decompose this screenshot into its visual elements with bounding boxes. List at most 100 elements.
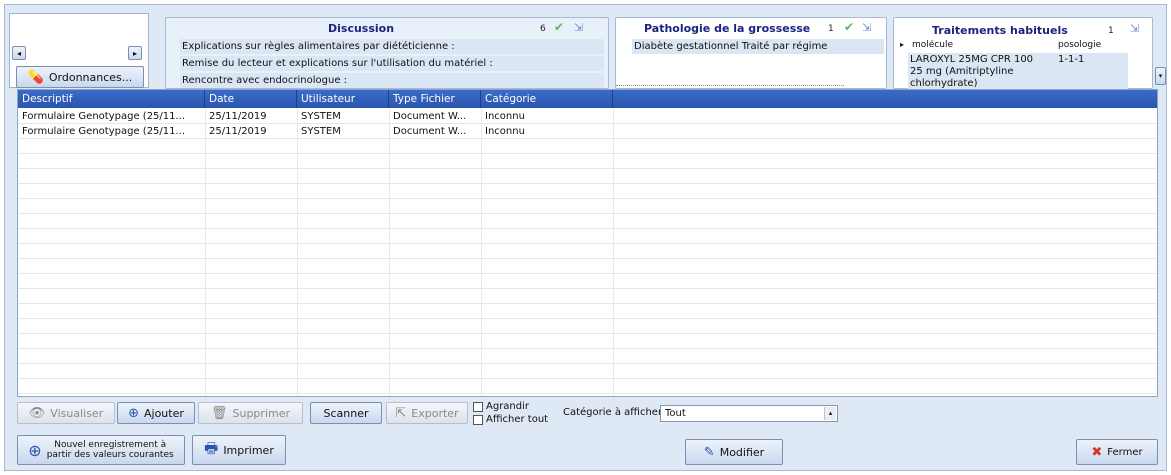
ordonnances-button[interactable]: 💊 Ordonnances... — [16, 66, 144, 88]
plus-circle-icon: ⊕ — [128, 405, 139, 421]
pathologie-panel: Pathologie de la grossesse 1 ✔ ⇲ Diabète… — [615, 17, 887, 89]
table-cell: 25/11/2019 — [209, 111, 267, 122]
table-cell: SYSTEM — [301, 126, 341, 137]
afficher-tout-label: Afficher tout — [486, 414, 549, 425]
scanner-label: Scanner — [323, 406, 369, 420]
empty-row[interactable] — [18, 154, 1157, 169]
fermer-button[interactable]: ✖ Fermer — [1076, 439, 1158, 465]
categorie-select[interactable]: Tout ▴ — [660, 405, 838, 422]
empty-row[interactable] — [18, 289, 1157, 304]
discussion-title: Discussion — [328, 22, 395, 35]
empty-row[interactable] — [18, 334, 1157, 349]
ajouter-label: Ajouter — [144, 406, 184, 420]
empty-row[interactable] — [18, 229, 1157, 244]
empty-row[interactable] — [18, 259, 1157, 274]
empty-row[interactable] — [18, 304, 1157, 319]
close-icon: ✖ — [1091, 444, 1103, 460]
table-row[interactable]: Formulaire Genotypage (25/11... 25/11/201… — [18, 124, 1157, 139]
exporter-label: Exporter — [411, 406, 459, 420]
col-categorie[interactable]: Catégorie — [481, 90, 613, 108]
nav-box: ◂ ▸ 💊 Ordonnances... — [9, 13, 149, 88]
app-window: ◂ ▸ 💊 Ordonnances... Discussion 6 ✔ ⇲ Ex… — [4, 4, 1167, 471]
documents-grid: Descriptif Date Utilisateur Type Fichier… — [17, 89, 1158, 397]
col-type-fichier[interactable]: Type Fichier — [389, 90, 481, 108]
visualiser-button[interactable]: 👁 Visualiser — [17, 402, 115, 424]
modifier-button[interactable]: ✎ Modifier — [685, 439, 783, 465]
imprimer-button[interactable]: 🖶 Imprimer — [192, 435, 286, 465]
scanner-button[interactable]: Scanner — [310, 402, 382, 424]
row-marker-icon: ▸ — [900, 40, 905, 49]
exporter-button[interactable]: ⇱ Exporter — [386, 402, 468, 424]
expand-icon[interactable]: ⇲ — [574, 21, 583, 34]
afficher-tout-checkbox[interactable] — [473, 415, 483, 425]
traitement-row[interactable]: LAROXYL 25MG CPR 100 25 mg (Amitriptylin… — [908, 53, 1128, 90]
discussion-panel: Discussion 6 ✔ ⇲ Explications sur règles… — [165, 17, 609, 89]
table-row[interactable]: Formulaire Genotypage (25/11... 25/11/201… — [18, 109, 1157, 124]
table-cell: 25/11/2019 — [209, 126, 267, 137]
ordonnances-label: Ordonnances... — [48, 70, 133, 84]
molecule-line: LAROXYL 25MG CPR 100 — [910, 54, 1034, 65]
empty-row[interactable] — [18, 214, 1157, 229]
empty-row[interactable] — [18, 364, 1157, 379]
validate-check-icon[interactable]: ✔ — [554, 20, 564, 34]
pathologie-count: 1 — [828, 24, 834, 34]
supprimer-label: Supprimer — [232, 406, 291, 420]
traitements-title: Traitements habituels — [932, 24, 1068, 37]
eye-icon: 👁 — [28, 405, 46, 421]
table-cell: Document W... — [393, 111, 467, 122]
posologie-value: 1-1-1 — [1058, 54, 1085, 65]
visualiser-label: Visualiser — [50, 406, 104, 420]
molecule-line: chlorhydrate) — [910, 78, 978, 89]
discussion-row[interactable]: Rencontre avec endocrinologue : — [180, 73, 604, 88]
empty-row[interactable] — [18, 169, 1157, 184]
empty-row[interactable] — [18, 199, 1157, 214]
traitements-table: ▸ molécule posologie LAROXYL 25MG CPR 10… — [898, 40, 1128, 90]
validate-check-icon[interactable]: ✔ — [844, 20, 854, 34]
fermer-label: Fermer — [1107, 446, 1143, 458]
traitements-panel: Traitements habituels 1 ⇲ ▸ molécule pos… — [893, 17, 1153, 90]
empty-row[interactable] — [18, 319, 1157, 334]
pencil-icon: ✎ — [703, 444, 715, 460]
table-cell: Document W... — [393, 126, 467, 137]
pathologie-row[interactable]: Diabète gestationnel Traité par régime — [632, 39, 884, 54]
modifier-label: Modifier — [719, 445, 765, 459]
nouvel-line1: Nouvel enregistrement à — [54, 440, 167, 450]
pill-icon: 💊 — [27, 69, 44, 85]
supprimer-button[interactable]: 🗑 Supprimer — [198, 402, 303, 424]
scroll-left-button[interactable]: ◂ — [12, 46, 26, 60]
ajouter-button[interactable]: ⊕ Ajouter — [117, 402, 195, 424]
agrandir-checkbox[interactable] — [473, 402, 483, 412]
empty-row[interactable] — [18, 139, 1157, 154]
col-descriptif[interactable]: Descriptif — [18, 90, 205, 108]
printer-icon: 🖶 — [204, 438, 219, 457]
table-cell: Inconnu — [485, 111, 525, 122]
export-icon: ⇱ — [395, 405, 407, 421]
empty-row[interactable] — [18, 349, 1157, 364]
discussion-row[interactable]: Remise du lecteur et explications sur l'… — [180, 56, 604, 71]
expand-icon[interactable]: ⇲ — [1130, 22, 1139, 35]
empty-row[interactable] — [18, 184, 1157, 199]
expand-icon[interactable]: ⇲ — [862, 21, 871, 34]
plus-circle-icon: ⊕ — [28, 440, 42, 460]
nouvel-line2: partir des valeurs courantes — [46, 450, 174, 460]
grid-header: Descriptif Date Utilisateur Type Fichier… — [18, 90, 1157, 108]
col-utilisateur[interactable]: Utilisateur — [297, 90, 389, 108]
empty-row[interactable] — [18, 274, 1157, 289]
col-posologie: posologie — [1058, 40, 1102, 50]
chevron-down-icon[interactable]: ▴ — [824, 407, 836, 420]
categorie-label: Catégorie à afficher: — [563, 407, 666, 418]
imprimer-label: Imprimer — [223, 443, 274, 457]
pathologie-title: Pathologie de la grossesse — [644, 22, 811, 35]
empty-row[interactable] — [18, 379, 1157, 394]
trash-icon: 🗑 — [210, 405, 228, 421]
categorie-select-value: Tout — [665, 408, 686, 419]
panel-scroll-down-button[interactable]: ▾ — [1155, 67, 1166, 85]
discussion-row[interactable]: Explications sur règles alimentaires par… — [180, 39, 604, 54]
scroll-right-button[interactable]: ▸ — [128, 46, 142, 60]
empty-row[interactable] — [18, 244, 1157, 259]
col-date[interactable]: Date — [205, 90, 297, 108]
nouvel-enregistrement-button[interactable]: ⊕ Nouvel enregistrement à partir des val… — [17, 435, 185, 465]
agrandir-label: Agrandir — [486, 401, 530, 412]
table-cell: SYSTEM — [301, 111, 341, 122]
table-cell: Formulaire Genotypage (25/11... — [22, 126, 186, 137]
